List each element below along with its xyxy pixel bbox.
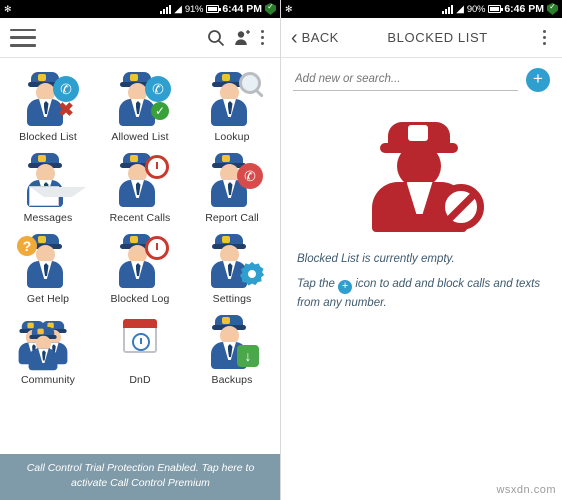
- bluetooth-icon: ✻: [4, 3, 12, 14]
- blocked-officer-illustration: [362, 122, 484, 232]
- phone-icon: ✆: [145, 76, 171, 102]
- tile-label: Get Help: [26, 293, 70, 305]
- signal-icon: [160, 4, 172, 14]
- check-icon: ✓: [151, 102, 169, 120]
- tile-allowed-list[interactable]: ✆ ✓ Allowed List: [94, 66, 186, 145]
- search-icon[interactable]: [203, 25, 229, 51]
- right-action-bar: ‹ BACK BLOCKED LIST: [281, 18, 562, 58]
- wifi-icon: ◢: [456, 3, 464, 15]
- hamburger-menu-icon[interactable]: [10, 28, 36, 47]
- tile-messages[interactable]: Messages: [2, 147, 94, 226]
- cop-get-help-icon: ?: [17, 232, 79, 290]
- tile-backups[interactable]: ↓ Backups: [186, 309, 278, 388]
- tile-label: Allowed List: [111, 131, 169, 143]
- left-status-bar: ✻ ◢ 91% 6:44 PM: [0, 0, 280, 18]
- cop-settings-icon: [201, 232, 264, 290]
- battery-icon: [206, 5, 222, 13]
- cop-blocked-log-icon: [109, 232, 171, 290]
- calendar-clock-icon: [123, 319, 157, 353]
- page-title: BLOCKED LIST: [387, 30, 488, 45]
- back-arrow-icon[interactable]: ‹: [291, 28, 302, 48]
- tile-report-call[interactable]: ✆ Report Call: [186, 147, 278, 226]
- tile-label: Community: [21, 374, 75, 386]
- tile-label: Messages: [23, 212, 73, 224]
- envelope-icon: [29, 186, 86, 206]
- left-clock: 6:44 PM: [222, 3, 262, 15]
- app-screenshot: ✻ ◢ 91% 6:44 PM ✆: [0, 0, 562, 500]
- question-mark-icon: ?: [17, 236, 37, 256]
- feature-grid: ✆ ✖ Blocked List ✆ ✓ Allowed List Lookup…: [0, 58, 280, 388]
- cop-lookup-icon: [201, 70, 263, 128]
- tile-label: DnD: [129, 374, 151, 386]
- download-arrow-icon: ↓: [237, 345, 259, 367]
- empty-state-line2-prefix: Tap the: [297, 278, 339, 290]
- cop-report-call-icon: ✆: [201, 151, 263, 209]
- block-x-icon: ✖: [58, 100, 74, 121]
- tile-blocked-log[interactable]: Blocked Log: [94, 228, 186, 307]
- search-input[interactable]: [293, 69, 518, 91]
- empty-state-text: Blocked List is currently empty. Tap the…: [281, 232, 562, 313]
- tile-label: Settings: [212, 293, 252, 305]
- add-contact-icon[interactable]: [229, 25, 255, 51]
- add-number-button[interactable]: +: [526, 68, 550, 92]
- prohibition-sign-icon: [437, 184, 484, 230]
- tile-lookup[interactable]: Lookup: [186, 66, 278, 145]
- tile-dnd[interactable]: DnD: [94, 309, 186, 388]
- shield-check-icon: [265, 3, 276, 15]
- right-pane: ✻ ◢ 90% 6:46 PM ‹ BACK BLOCKED LIST +: [281, 0, 562, 500]
- signal-icon: [442, 4, 454, 14]
- cop-blocked-list-icon: ✆ ✖: [17, 70, 79, 128]
- tile-community[interactable]: Community: [2, 309, 94, 388]
- battery-icon: [488, 5, 504, 13]
- back-button-label[interactable]: BACK: [302, 30, 339, 45]
- tile-label: Report Call: [205, 212, 259, 224]
- cop-allowed-list-icon: ✆ ✓: [109, 70, 171, 128]
- tile-label: Recent Calls: [109, 212, 171, 224]
- right-status-bar: ✻ ◢ 90% 6:46 PM: [281, 0, 562, 18]
- tile-label: Blocked Log: [110, 293, 170, 305]
- cop-recent-calls-icon: [109, 151, 171, 209]
- phone-icon: ✆: [53, 76, 79, 102]
- tile-get-help[interactable]: ? Get Help: [2, 228, 94, 307]
- watermark: wsxdn.com: [496, 484, 556, 496]
- shield-check-icon: [547, 3, 558, 15]
- search-row: +: [281, 58, 562, 100]
- left-action-bar: [0, 18, 280, 58]
- clock-icon: [145, 155, 169, 179]
- trial-toast-banner[interactable]: Call Control Trial Protection Enabled. T…: [0, 454, 280, 500]
- inline-plus-icon: +: [338, 280, 353, 294]
- right-clock: 6:46 PM: [504, 3, 544, 15]
- tile-label: Blocked List: [19, 131, 77, 143]
- tile-settings[interactable]: Settings: [186, 228, 278, 307]
- cop-messages-icon: [17, 151, 86, 209]
- tile-label: Lookup: [214, 131, 250, 143]
- cops-community-icon: [17, 313, 79, 371]
- wifi-icon: ◢: [174, 3, 182, 15]
- right-battery-percent: 90%: [466, 3, 486, 15]
- overflow-menu-icon[interactable]: [537, 29, 553, 46]
- cop-dnd-icon: [109, 313, 171, 371]
- empty-state-illustration: [281, 122, 562, 232]
- overflow-menu-icon[interactable]: [255, 29, 271, 46]
- tile-recent-calls[interactable]: Recent Calls: [94, 147, 186, 226]
- magnifier-icon: [239, 72, 261, 94]
- tile-label: Backups: [211, 374, 253, 386]
- cop-backups-icon: ↓: [201, 313, 263, 371]
- empty-state-line2: Tap the + icon to add and block calls an…: [297, 275, 546, 313]
- bluetooth-icon: ✻: [285, 3, 293, 14]
- tile-blocked-list[interactable]: ✆ ✖ Blocked List: [2, 66, 94, 145]
- clock-icon: [145, 236, 169, 260]
- phone-report-icon: ✆: [237, 163, 263, 189]
- left-battery-percent: 91%: [184, 3, 204, 15]
- left-pane: ✻ ◢ 91% 6:44 PM ✆: [0, 0, 281, 500]
- empty-state-line1: Blocked List is currently empty.: [297, 253, 455, 265]
